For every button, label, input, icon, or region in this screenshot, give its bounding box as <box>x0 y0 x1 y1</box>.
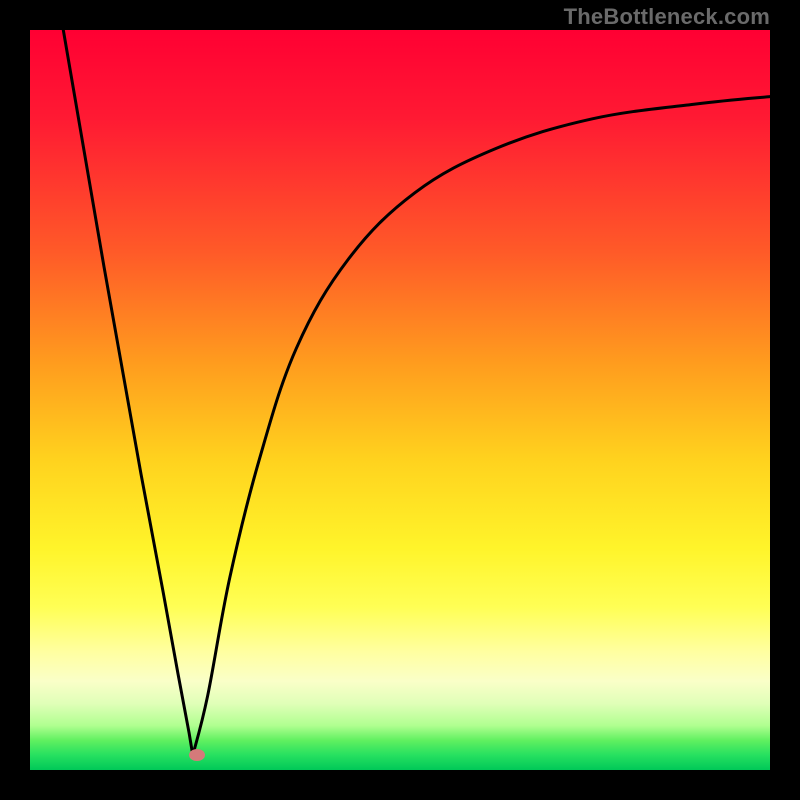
vertex-marker <box>189 749 205 761</box>
curve-left-branch <box>63 30 193 755</box>
bottleneck-curve <box>30 30 770 770</box>
curve-right-branch <box>193 97 770 756</box>
watermark-text: TheBottleneck.com <box>564 4 770 30</box>
chart-frame: TheBottleneck.com <box>0 0 800 800</box>
plot-area <box>30 30 770 770</box>
